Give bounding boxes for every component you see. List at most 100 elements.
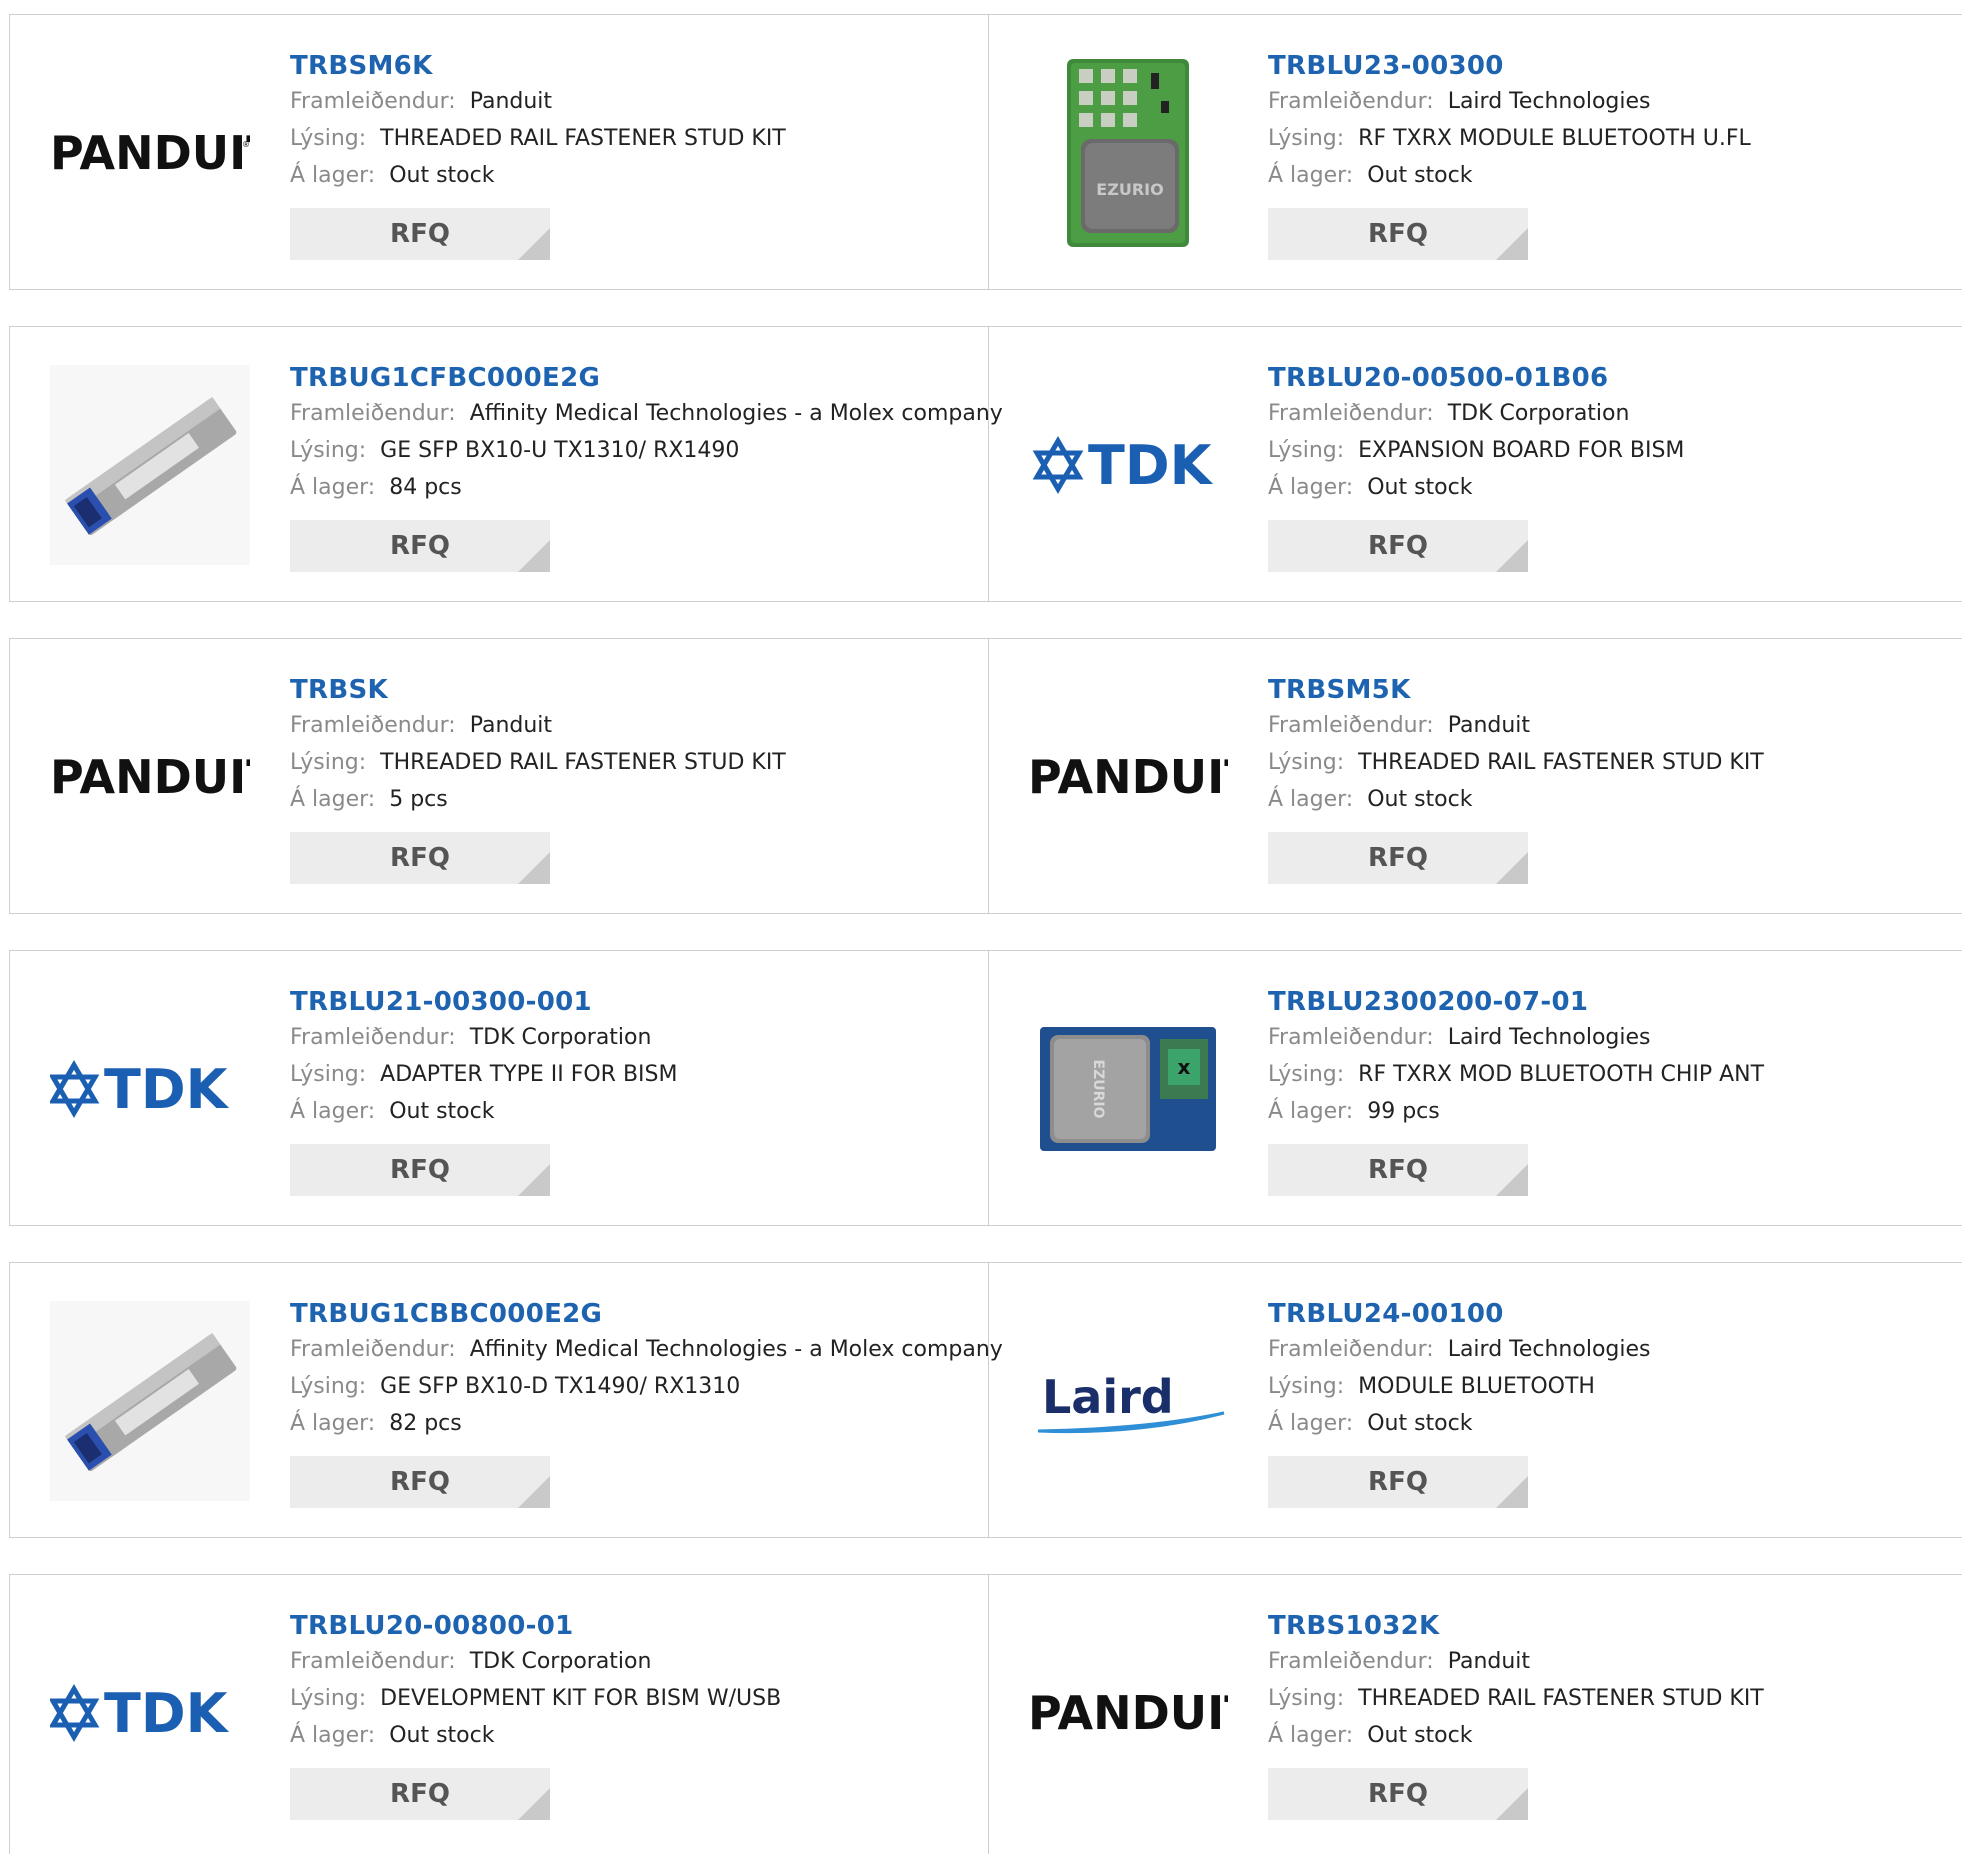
manufacturer-label: Framleiðendur: (1268, 89, 1434, 114)
stock-label: Á lager: (290, 163, 376, 188)
stock-row: Á lager: 82 pcs (290, 1405, 1003, 1442)
manufacturer-label: Framleiðendur: (290, 401, 456, 426)
stock-label: Á lager: (1268, 1723, 1354, 1748)
corner-decoration (1496, 540, 1528, 572)
description-value: GE SFP BX10-D TX1490/ RX1310 (380, 1374, 741, 1399)
panduit-logo[interactable]: PANDUIT® (50, 53, 250, 253)
svg-text:EZURIO: EZURIO (1096, 180, 1163, 199)
part-number-link[interactable]: TRBLU20-00500-01B06 (1268, 361, 1684, 395)
manufacturer-row: Framleiðendur: TDK Corporation (290, 1643, 781, 1680)
manufacturer-value: Laird Technologies (1447, 89, 1651, 114)
rfq-button[interactable]: RFQ (290, 520, 550, 572)
corner-decoration (518, 852, 550, 884)
svg-text:PANDUIT: PANDUIT (1028, 750, 1228, 804)
description-label: Lýsing: (290, 1374, 367, 1399)
description-row: Lýsing: THREADED RAIL FASTENER STUD KIT (290, 744, 786, 781)
description-label: Lýsing: (1268, 750, 1345, 775)
laird-logo[interactable]: Laird (1028, 1301, 1228, 1501)
tdk-logo[interactable]: TDK (50, 989, 250, 1189)
svg-text:TDK: TDK (104, 1058, 230, 1121)
stock-row: Á lager: Out stock (1268, 1405, 1650, 1442)
manufacturer-row: Framleiðendur: Affinity Medical Technolog… (290, 395, 1003, 432)
tdk-logo[interactable]: TDK (50, 1613, 250, 1813)
rfq-label: RFQ (1368, 843, 1428, 873)
rfq-button[interactable]: RFQ (1268, 832, 1528, 884)
manufacturer-row: Framleiðendur: Panduit (1268, 1643, 1764, 1680)
rfq-button[interactable]: RFQ (1268, 1456, 1528, 1508)
svg-text:PANDUIT: PANDUIT (1028, 1686, 1228, 1740)
description-value: THREADED RAIL FASTENER STUD KIT (1358, 1686, 1764, 1711)
rfq-button[interactable]: RFQ (1268, 1144, 1528, 1196)
rfq-button[interactable]: RFQ (290, 832, 550, 884)
product-row: PANDUIT® TRBSM6K Framleiðendur: Panduit L… (9, 14, 1962, 290)
description-value: THREADED RAIL FASTENER STUD KIT (380, 750, 786, 775)
description-value: MODULE BLUETOOTH (1358, 1374, 1595, 1399)
manufacturer-value: TDK Corporation (469, 1649, 652, 1674)
svg-text:TDK: TDK (1088, 434, 1214, 497)
part-number-link[interactable]: TRBLU24-00100 (1268, 1297, 1650, 1331)
product-grid: PANDUIT® TRBSM6K Framleiðendur:Panduit L… (0, 0, 1962, 1854)
panduit-logo[interactable]: PANDUIT (1028, 1613, 1228, 1813)
manufacturer-value: Affinity Medical Technologies - a Molex … (469, 401, 1003, 426)
description-label: Lýsing: (290, 126, 367, 151)
manufacturer-value: Laird Technologies (1447, 1337, 1651, 1362)
description-value: THREADED RAIL FASTENER STUD KIT (1358, 750, 1764, 775)
rfq-button[interactable]: RFQ (290, 208, 550, 260)
description-row: Lýsing: EXPANSION BOARD FOR BISM (1268, 432, 1684, 469)
manufacturer-value: Panduit (469, 89, 553, 114)
tdk-logo[interactable]: TDK (1028, 365, 1228, 565)
part-number-link[interactable]: TRBLU23-00300 (1268, 49, 1751, 83)
description-label: Lýsing: (290, 438, 367, 463)
stock-value: Out stock (389, 1723, 495, 1748)
stock-row: Á lager: Out stock (290, 1093, 677, 1130)
rfq-button[interactable]: RFQ (290, 1456, 550, 1508)
rfq-button[interactable]: RFQ (290, 1768, 550, 1820)
stock-row: Á lager: 5 pcs (290, 781, 786, 818)
product-card: PANDUIT TRBSK Framleiðendur: Panduit Lýsi… (10, 639, 989, 913)
corner-decoration (518, 1788, 550, 1820)
rfq-button[interactable]: RFQ (1268, 520, 1528, 572)
panduit-logo[interactable]: PANDUIT (1028, 677, 1228, 877)
rfq-button[interactable]: RFQ (1268, 1768, 1528, 1820)
rfq-label: RFQ (390, 1779, 450, 1809)
part-number-link[interactable]: TRBUG1CFBC000E2G (290, 361, 1003, 395)
part-number-link[interactable]: TRBSM6K (290, 49, 786, 83)
ezurio-module-image[interactable]: EZURIO (1028, 53, 1228, 253)
ezurio-chip-image[interactable]: EZURIO x (1028, 989, 1228, 1189)
svg-text:EZURIO: EZURIO (1090, 1060, 1106, 1119)
part-number-link[interactable]: TRBLU2300200-07-01 (1268, 985, 1764, 1019)
rfq-button[interactable]: RFQ (290, 1144, 550, 1196)
part-number-link[interactable]: TRBLU20-00800-01 (290, 1609, 781, 1643)
description-value: GE SFP BX10-U TX1310/ RX1490 (380, 438, 740, 463)
description-row: Lýsing: GE SFP BX10-D TX1490/ RX1310 (290, 1368, 1003, 1405)
manufacturer-label: Framleiðendur: (290, 1649, 456, 1674)
rfq-button[interactable]: RFQ (1268, 208, 1528, 260)
manufacturer-value: Panduit (1447, 1649, 1531, 1674)
part-number-link[interactable]: TRBLU21-00300-001 (290, 985, 677, 1019)
sfp-transceiver-image[interactable] (50, 365, 250, 565)
part-number-link[interactable]: TRBUG1CBBC000E2G (290, 1297, 1003, 1331)
manufacturer-label: Framleiðendur: (1268, 1025, 1434, 1050)
part-number-link[interactable]: TRBS1032K (1268, 1609, 1764, 1643)
description-row: Lýsing: GE SFP BX10-U TX1310/ RX1490 (290, 432, 1003, 469)
stock-label: Á lager: (1268, 475, 1354, 500)
stock-value: Out stock (1367, 1723, 1473, 1748)
panduit-logo[interactable]: PANDUIT (50, 677, 250, 877)
rfq-label: RFQ (1368, 1467, 1428, 1497)
description-row: Lýsing: ADAPTER TYPE II FOR BISM (290, 1056, 677, 1093)
sfp-transceiver-image[interactable] (50, 1301, 250, 1501)
part-number-link[interactable]: TRBSM5K (1268, 673, 1764, 707)
product-card: TDK TRBLU20-00800-01 Framleiðendur: TDK C… (10, 1575, 989, 1854)
manufacturer-row: Framleiðendur: Panduit (1268, 707, 1764, 744)
corner-decoration (1496, 1788, 1528, 1820)
description-row: Lýsing: THREADED RAIL FASTENER STUD KIT (1268, 744, 1764, 781)
description-value: THREADED RAIL FASTENER STUD KIT (380, 126, 786, 151)
corner-decoration (518, 1164, 550, 1196)
manufacturer-value: TDK Corporation (469, 1025, 652, 1050)
stock-label: Á lager: (1268, 787, 1354, 812)
part-number-link[interactable]: TRBSK (290, 673, 786, 707)
corner-decoration (1496, 852, 1528, 884)
manufacturer-label: Framleiðendur: (1268, 713, 1434, 738)
rfq-label: RFQ (390, 1155, 450, 1185)
svg-text:x: x (1178, 1055, 1191, 1079)
